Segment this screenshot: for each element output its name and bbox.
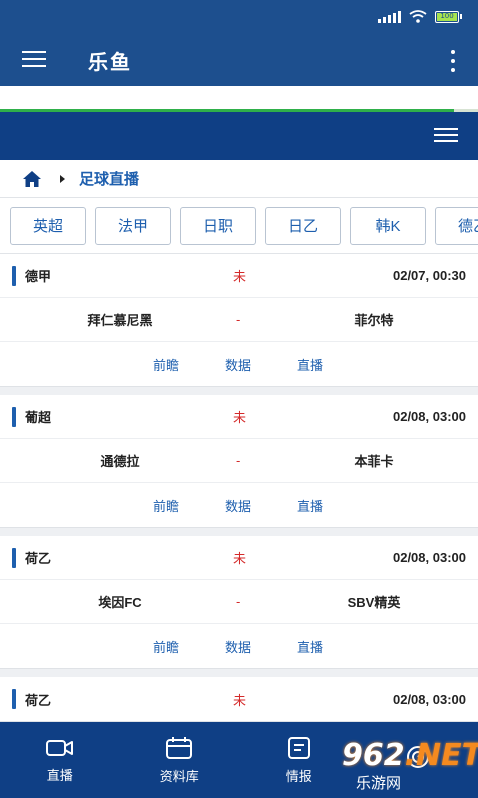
nav-label: 资料库 — [159, 768, 199, 784]
match-datetime: 02/08, 03:00 — [392, 691, 466, 707]
league-marker — [12, 689, 16, 709]
match-datetime: 02/07, 00:30 — [392, 268, 466, 283]
match-status: 未 — [233, 551, 247, 566]
page-load-area — [0, 86, 478, 112]
preview-link[interactable]: 前瞻 — [153, 637, 179, 656]
live-link[interactable]: 直播 — [297, 496, 323, 515]
match-links: 前瞻 数据 直播 — [0, 342, 478, 386]
home-team: 埃因FC — [98, 595, 142, 610]
status-bar: 100 — [0, 0, 478, 34]
preview-link[interactable]: 前瞻 — [153, 355, 179, 374]
league-tabs: 英超 法甲 日职 日乙 韩K 德乙 — [0, 198, 478, 254]
away-team: SBV精英 — [347, 595, 401, 610]
match-card[interactable]: 德甲 未 02/07, 00:30 拜仁慕尼黑 - 菲尔特 前瞻 数据 直播 — [0, 254, 478, 387]
stats-link[interactable]: 数据 — [225, 355, 251, 374]
live-link[interactable]: 直播 — [297, 637, 323, 656]
tab-league[interactable]: 英超 — [10, 206, 86, 245]
league-marker — [12, 547, 16, 568]
tab-league[interactable]: 日职 — [180, 206, 256, 245]
match-status: 未 — [233, 692, 247, 708]
match-status: 未 — [233, 410, 247, 425]
league-marker — [12, 265, 16, 286]
away-team: 菲尔特 — [354, 313, 394, 328]
match-teams: 埃因FC - SBV精英 — [0, 580, 478, 624]
site-menu-icon[interactable] — [434, 128, 458, 144]
match-card[interactable]: 荷乙 未 02/08, 03:00 埃因FC - SBV精英 前瞻 数据 直播 — [0, 536, 478, 669]
match-score: - — [236, 453, 241, 468]
stats-link[interactable]: 数据 — [225, 496, 251, 515]
more-options-icon[interactable] — [450, 50, 456, 72]
nav-item-more[interactable] — [359, 722, 478, 798]
match-score: - — [236, 594, 241, 609]
match-card[interactable]: 荷乙 未 02/08, 03:00 — [0, 677, 478, 722]
match-list: 德甲 未 02/07, 00:30 拜仁慕尼黑 - 菲尔特 前瞻 数据 直播 葡… — [0, 254, 478, 722]
match-datetime: 02/08, 03:00 — [392, 409, 466, 424]
tab-league[interactable]: 德乙 — [435, 206, 478, 245]
battery-label: 100 — [437, 12, 457, 21]
nav-label: 情报 — [285, 768, 312, 784]
calendar-icon — [166, 736, 193, 759]
match-score: - — [236, 312, 241, 327]
match-datetime: 02/08, 03:00 — [392, 550, 466, 565]
home-team: 拜仁慕尼黑 — [87, 313, 153, 328]
league-name: 荷乙 — [25, 551, 52, 566]
match-teams: 通德拉 - 本菲卡 — [0, 439, 478, 483]
nav-label: 直播 — [46, 767, 73, 783]
site-header — [0, 112, 478, 160]
stats-link[interactable]: 数据 — [225, 637, 251, 656]
nav-item-intel[interactable]: 情报 — [239, 722, 359, 798]
league-name: 葡超 — [25, 410, 52, 425]
nav-item-database[interactable]: 资料库 — [120, 722, 240, 798]
tab-league[interactable]: 日乙 — [265, 206, 341, 245]
match-header: 德甲 未 02/07, 00:30 — [0, 254, 478, 298]
match-status: 未 — [233, 269, 247, 284]
app-title: 乐鱼 — [88, 52, 132, 74]
status-icons: 100 — [378, 10, 462, 23]
away-team: 本菲卡 — [354, 454, 394, 469]
preview-link[interactable]: 前瞻 — [153, 496, 179, 515]
breadcrumb: 足球直播 — [0, 160, 478, 198]
wifi-icon — [409, 10, 427, 23]
signal-icon — [378, 10, 401, 23]
league-name: 德甲 — [25, 269, 52, 284]
match-header: 荷乙 未 02/08, 03:00 — [0, 677, 478, 721]
video-icon — [45, 739, 73, 756]
home-team: 通德拉 — [100, 454, 140, 469]
match-teams: 拜仁慕尼黑 - 菲尔特 — [0, 298, 478, 342]
target-icon — [407, 746, 430, 768]
breadcrumb-current[interactable]: 足球直播 — [79, 168, 139, 189]
match-links: 前瞻 数据 直播 — [0, 483, 478, 527]
match-card[interactable]: 葡超 未 02/08, 03:00 通德拉 - 本菲卡 前瞻 数据 直播 — [0, 395, 478, 528]
battery-icon: 100 — [435, 10, 462, 23]
home-icon[interactable] — [22, 170, 42, 188]
tab-league[interactable]: 韩K — [350, 206, 426, 245]
tab-league[interactable]: 法甲 — [95, 206, 171, 245]
document-icon — [287, 736, 310, 759]
live-link[interactable]: 直播 — [297, 355, 323, 374]
match-header: 葡超 未 02/08, 03:00 — [0, 395, 478, 439]
match-links: 前瞻 数据 直播 — [0, 624, 478, 668]
league-name: 荷乙 — [25, 692, 52, 708]
bottom-nav: 直播 资料库 情报 — [0, 722, 478, 798]
league-marker — [12, 406, 16, 427]
breadcrumb-arrow-icon — [60, 174, 65, 183]
nav-item-live[interactable]: 直播 — [0, 722, 120, 798]
app-bar: 乐鱼 — [0, 34, 478, 86]
hamburger-menu-icon[interactable] — [22, 51, 46, 69]
match-header: 荷乙 未 02/08, 03:00 — [0, 536, 478, 580]
